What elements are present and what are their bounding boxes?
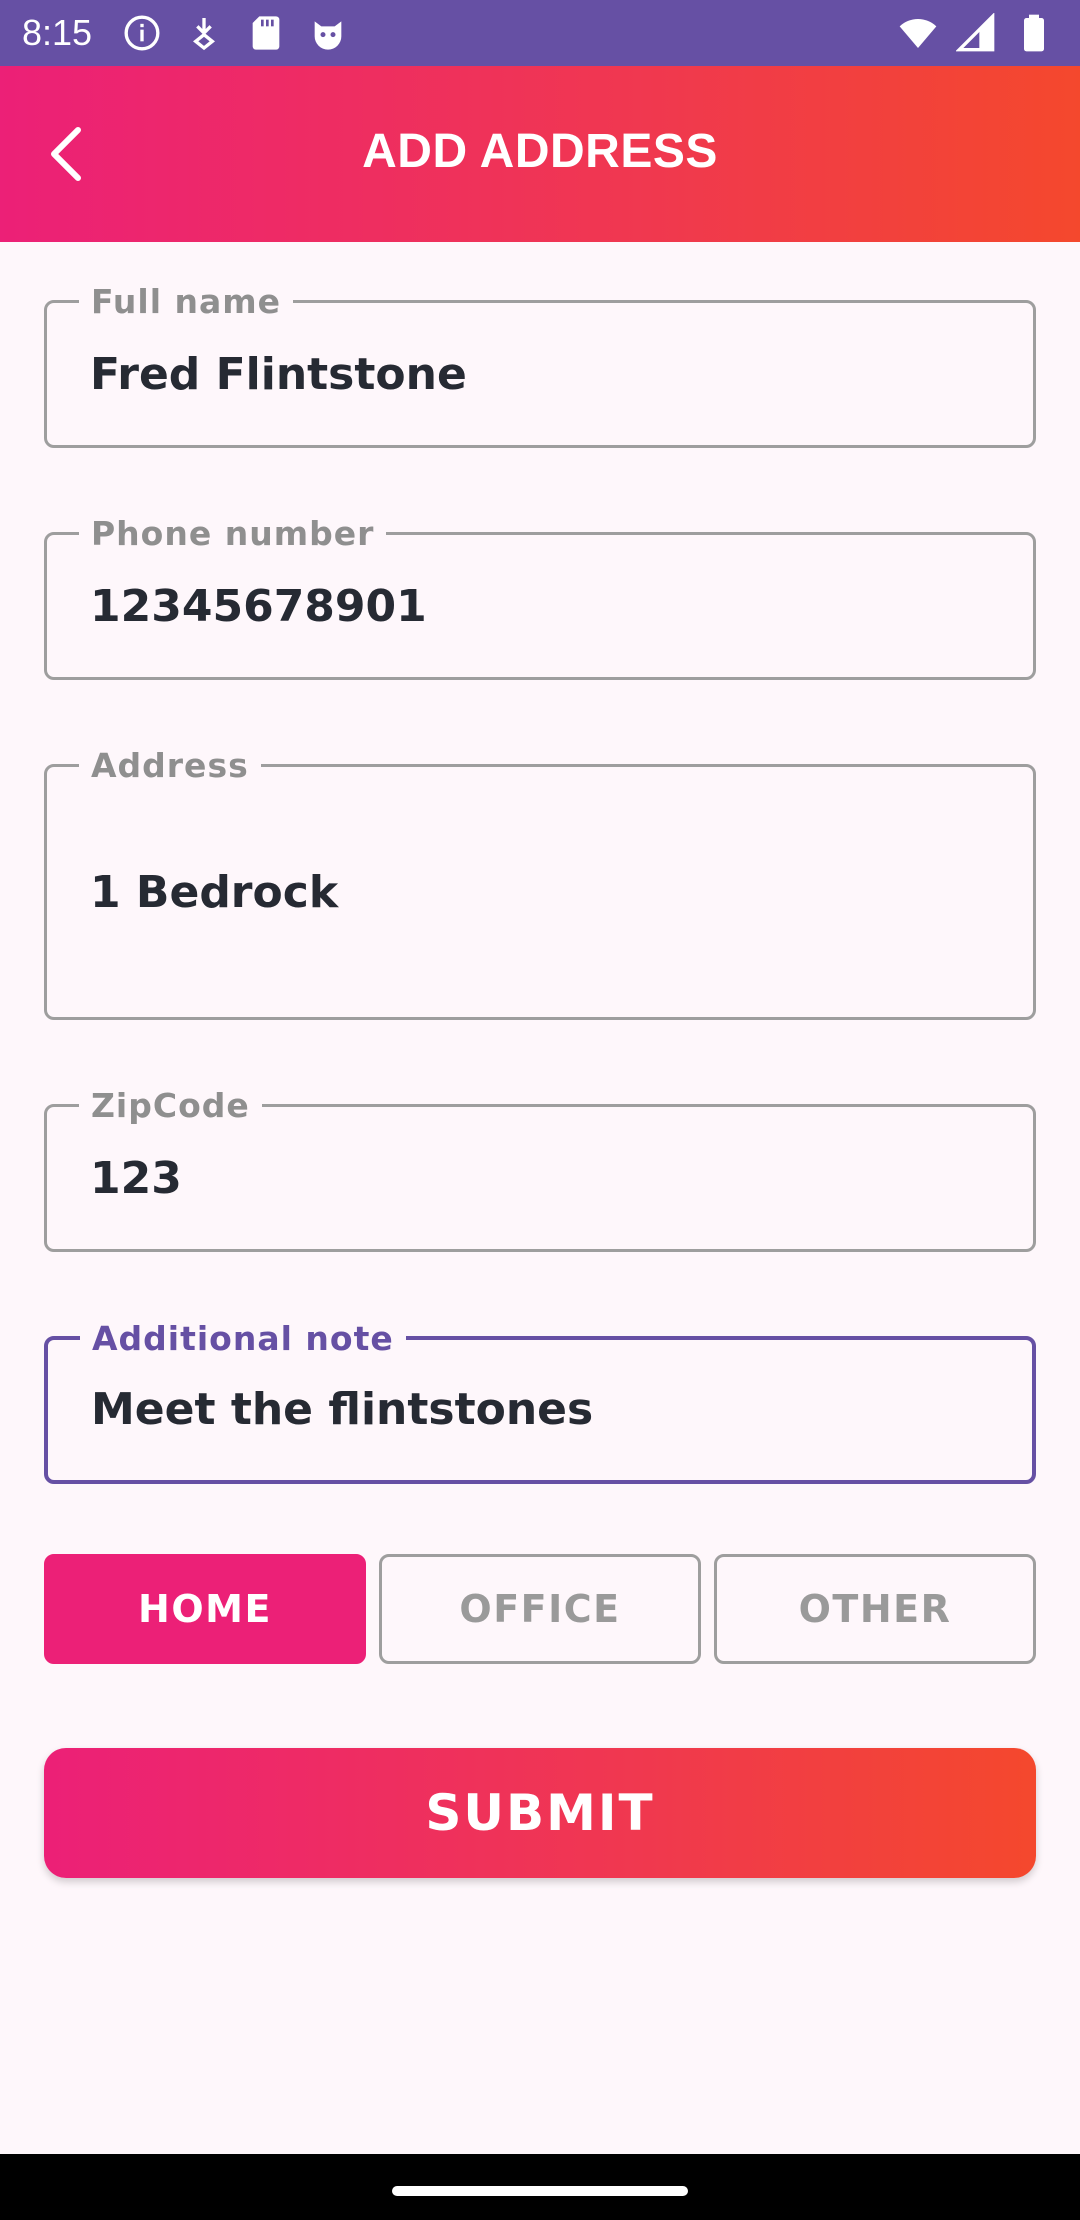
wifi-icon <box>899 19 937 48</box>
full-name-input[interactable]: Fred Flintstone <box>90 349 1013 401</box>
address-label: Address <box>79 747 261 785</box>
status-icons-right <box>898 13 1054 53</box>
system-navigation-bar <box>0 2154 1080 2220</box>
status-time: 8:15 <box>22 12 93 53</box>
signal-icon <box>956 13 995 52</box>
full-name-field[interactable]: Full name Fred Flintstone <box>44 283 1036 448</box>
battery-icon <box>1024 14 1044 52</box>
phone-number-label: Phone number <box>79 515 387 553</box>
app-bar: ADD ADDRESS <box>0 66 1080 242</box>
status-icons-left <box>122 13 348 53</box>
phone-number-field[interactable]: Phone number 12345678901 <box>44 515 1036 680</box>
phone-number-input[interactable]: 12345678901 <box>90 581 1013 633</box>
page-title: ADD ADDRESS <box>362 125 718 178</box>
full-name-label: Full name <box>79 283 294 321</box>
zipcode-input[interactable]: 123 <box>90 1153 1013 1205</box>
submit-button[interactable]: SUBMIT <box>44 1748 1036 1878</box>
address-field[interactable]: Address 1 Bedrock <box>44 747 1036 1020</box>
status-bar: 8:15 <box>0 0 1080 66</box>
additional-note-input[interactable]: Meet the flintstones <box>91 1384 1012 1436</box>
cat-face-icon <box>314 21 342 50</box>
address-input[interactable]: 1 Bedrock <box>90 867 1013 919</box>
address-type-other-button[interactable]: OTHER <box>714 1554 1036 1664</box>
download-icon <box>192 18 216 51</box>
additional-note-label: Additional note <box>80 1320 406 1358</box>
add-address-screen: 8:15 ADD ADDRESS Full name Fred Flintsto… <box>0 0 1080 2220</box>
address-type-office-button[interactable]: OFFICE <box>379 1554 701 1664</box>
additional-note-field[interactable]: Additional note Meet the flintstones <box>44 1320 1036 1484</box>
zipcode-field[interactable]: ZipCode 123 <box>44 1087 1036 1252</box>
zipcode-label: ZipCode <box>79 1087 262 1125</box>
home-gesture-handle[interactable] <box>392 2186 688 2196</box>
info-icon <box>124 15 160 51</box>
address-type-home-button[interactable]: HOME <box>44 1554 366 1664</box>
sd-card-icon <box>252 16 280 50</box>
